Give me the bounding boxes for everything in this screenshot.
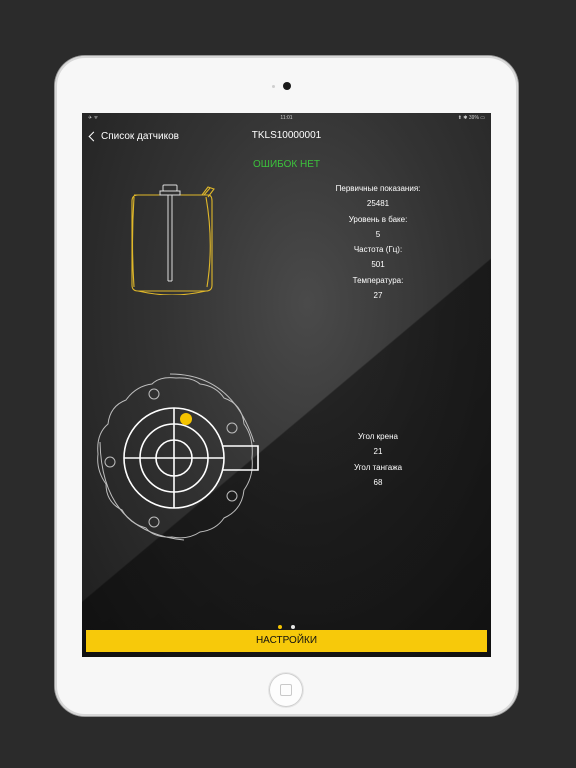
page-dot-2[interactable]	[290, 625, 295, 629]
pitch-angle-value: 68	[373, 477, 383, 487]
tilt-position-marker	[180, 413, 192, 425]
home-button[interactable]	[269, 673, 303, 707]
back-button-label: Список датчиков	[101, 130, 179, 142]
page-dot-1[interactable]	[278, 625, 283, 629]
tank-level-value: 5	[375, 229, 381, 239]
ambient-sensor	[272, 85, 275, 88]
chevron-left-icon	[88, 131, 99, 141]
status-right-icons: ⬆ ✱ 39% ▭	[457, 115, 485, 121]
temperature-value: 27	[373, 291, 383, 301]
sensor-readings: Первичные показания: 25481 Уровень в бак…	[318, 181, 438, 303]
frequency-value: 501	[371, 260, 385, 270]
app-screen: ✈ ᯤ 11:01 ⬆ ✱ 39% ▭ TKLS10000001 Список …	[82, 113, 491, 657]
error-status: ОШИБОК НЕТ	[253, 159, 320, 170]
status-bar: ✈ ᯤ 11:01 ⬆ ✱ 39% ▭	[82, 113, 491, 123]
page-indicator[interactable]	[82, 616, 491, 629]
pitch-angle-label: Угол тангажа	[353, 462, 403, 472]
roll-angle-label: Угол крена	[358, 432, 398, 441]
frequency-label: Частота (Гц):	[353, 245, 403, 255]
tank-level-label: Уровень в баке:	[348, 214, 408, 224]
tilt-indicator-diagram	[97, 373, 259, 541]
settings-button[interactable]: НАСТРОЙКИ	[86, 630, 487, 652]
nav-bar: TKLS10000001 Список датчиков	[82, 125, 491, 147]
back-button[interactable]: Список датчиков	[88, 129, 179, 143]
primary-readings-label: Первичные показания:	[335, 184, 421, 193]
roll-angle-value: 21	[373, 447, 383, 457]
fuel-tank-diagram	[131, 184, 215, 295]
temperature-label: Температура:	[352, 275, 404, 285]
primary-readings-value: 25481	[366, 199, 390, 209]
angle-readings: Угол крена 21 Угол тангажа 68	[318, 429, 438, 490]
front-camera	[283, 82, 291, 90]
status-time: 11:01	[280, 115, 293, 121]
